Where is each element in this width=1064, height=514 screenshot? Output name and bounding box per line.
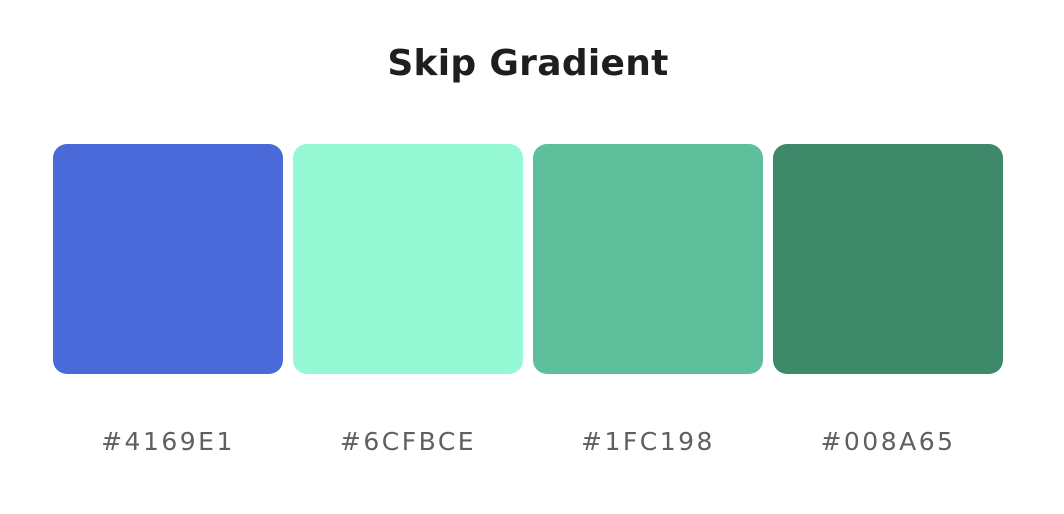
swatch-item: #4169E1 bbox=[53, 144, 283, 460]
hex-code-label: #1FC198 bbox=[581, 427, 715, 456]
color-swatch[interactable] bbox=[773, 144, 1003, 374]
hex-code-label: #4169E1 bbox=[101, 427, 235, 456]
color-swatch[interactable] bbox=[293, 144, 523, 374]
color-palette: #4169E1 #6CFBCE #1FC198 #008A65 bbox=[53, 144, 1003, 460]
hex-code-label: #008A65 bbox=[820, 427, 956, 456]
swatch-item: #1FC198 bbox=[533, 144, 763, 460]
hex-code-label: #6CFBCE bbox=[339, 427, 477, 456]
color-swatch[interactable] bbox=[533, 144, 763, 374]
palette-title: Skip Gradient bbox=[387, 43, 669, 84]
swatch-item: #6CFBCE bbox=[293, 144, 523, 460]
swatch-item: #008A65 bbox=[773, 144, 1003, 460]
color-swatch[interactable] bbox=[53, 144, 283, 374]
